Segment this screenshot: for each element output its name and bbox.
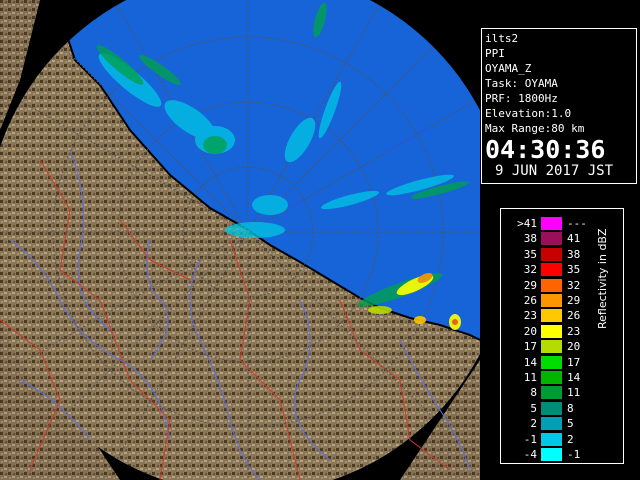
legend-lower-bound: >41 [517,217,537,230]
legend-upper-bound: -1 [567,448,581,461]
legend-lower-bound: 26 [523,294,537,307]
legend-upper-bound: 35 [567,263,581,277]
legend-lower-bound: 8 [530,386,537,400]
legend-upper-bound: 26 [567,309,581,323]
legend-lower-bound: 5 [530,401,537,415]
legend-upper-bound: --- [567,217,587,230]
legend-upper-bound: 11 [567,386,581,400]
color-legend: >41 --- 38 41 35 38 32 35 29 32 26 29 23 26 20 23 17 20 14… [500,208,624,464]
legend-lower-bound: -1 [523,432,537,446]
legend-upper-bound: 14 [567,371,581,384]
scan-type: PPI [485,47,505,60]
legend-upper-bound: 8 [567,401,574,415]
legend-swatch [541,278,562,292]
legend-row: 25 [501,416,623,431]
legend-upper-bound: 23 [567,324,581,338]
scan-info-panel: ilts2 PPI OYAMA_Z Task: OYAMA PRF: 1800H… [481,28,637,184]
scan-date: 9 JUN 2017 JST [495,163,614,179]
prf-value: PRF: 1800Hz [485,92,558,105]
legend-row: 14 17 [501,355,623,370]
legend-row: 8 11 [501,385,623,400]
legend-swatch [541,309,562,323]
legend-upper-bound: 2 [567,432,574,446]
legend-swatch [541,247,562,261]
legend-swatch [541,417,562,431]
legend-swatch [541,355,562,369]
legend-upper-bound: 29 [567,294,581,307]
legend-swatch [541,432,562,446]
legend-upper-bound: 32 [567,278,581,292]
legend-swatch [541,448,562,461]
legend-row: 11 14 [501,370,623,385]
max-range-value: Max Range:80 km [485,122,585,135]
legend-upper-bound: 41 [567,232,581,246]
legend-swatch [541,340,562,354]
legend-lower-bound: 2 [530,417,537,431]
legend-lower-bound: 14 [523,355,537,369]
legend-row: 17 20 [501,339,623,354]
elevation-value: Elevation:1.0 [485,107,572,120]
legend-swatch [541,232,562,246]
legend-swatch [541,294,562,307]
legend-swatch [541,217,562,230]
radar-ppi-map[interactable] [0,0,480,480]
product-name: ilts2 [485,32,519,45]
legend-row: 58 [501,401,623,416]
legend-swatch [541,263,562,277]
legend-lower-bound: 11 [523,371,537,384]
legend-title: Reflectivity in dBZ [596,228,609,329]
legend-upper-bound: 17 [567,355,581,369]
legend-swatch [541,401,562,415]
scan-time: 04:30:36 [485,135,606,164]
legend-lower-bound: 17 [523,340,537,354]
task-name: Task: OYAMA [485,77,558,90]
legend-row: -1 2 [501,432,623,447]
legend-lower-bound: 20 [523,324,537,338]
legend-row: -4 -1 [501,447,623,462]
legend-lower-bound: 35 [523,247,537,261]
legend-lower-bound: -4 [523,448,537,461]
legend-upper-bound: 5 [567,417,574,431]
legend-lower-bound: 32 [523,263,537,277]
legend-swatch [541,324,562,338]
legend-upper-bound: 20 [567,340,581,354]
legend-swatch [541,386,562,400]
legend-lower-bound: 38 [523,232,537,246]
legend-swatch [541,371,562,384]
legend-upper-bound: 38 [567,247,581,261]
field-name: OYAMA_Z [485,62,532,75]
legend-lower-bound: 29 [523,278,537,292]
legend-lower-bound: 23 [523,309,537,323]
